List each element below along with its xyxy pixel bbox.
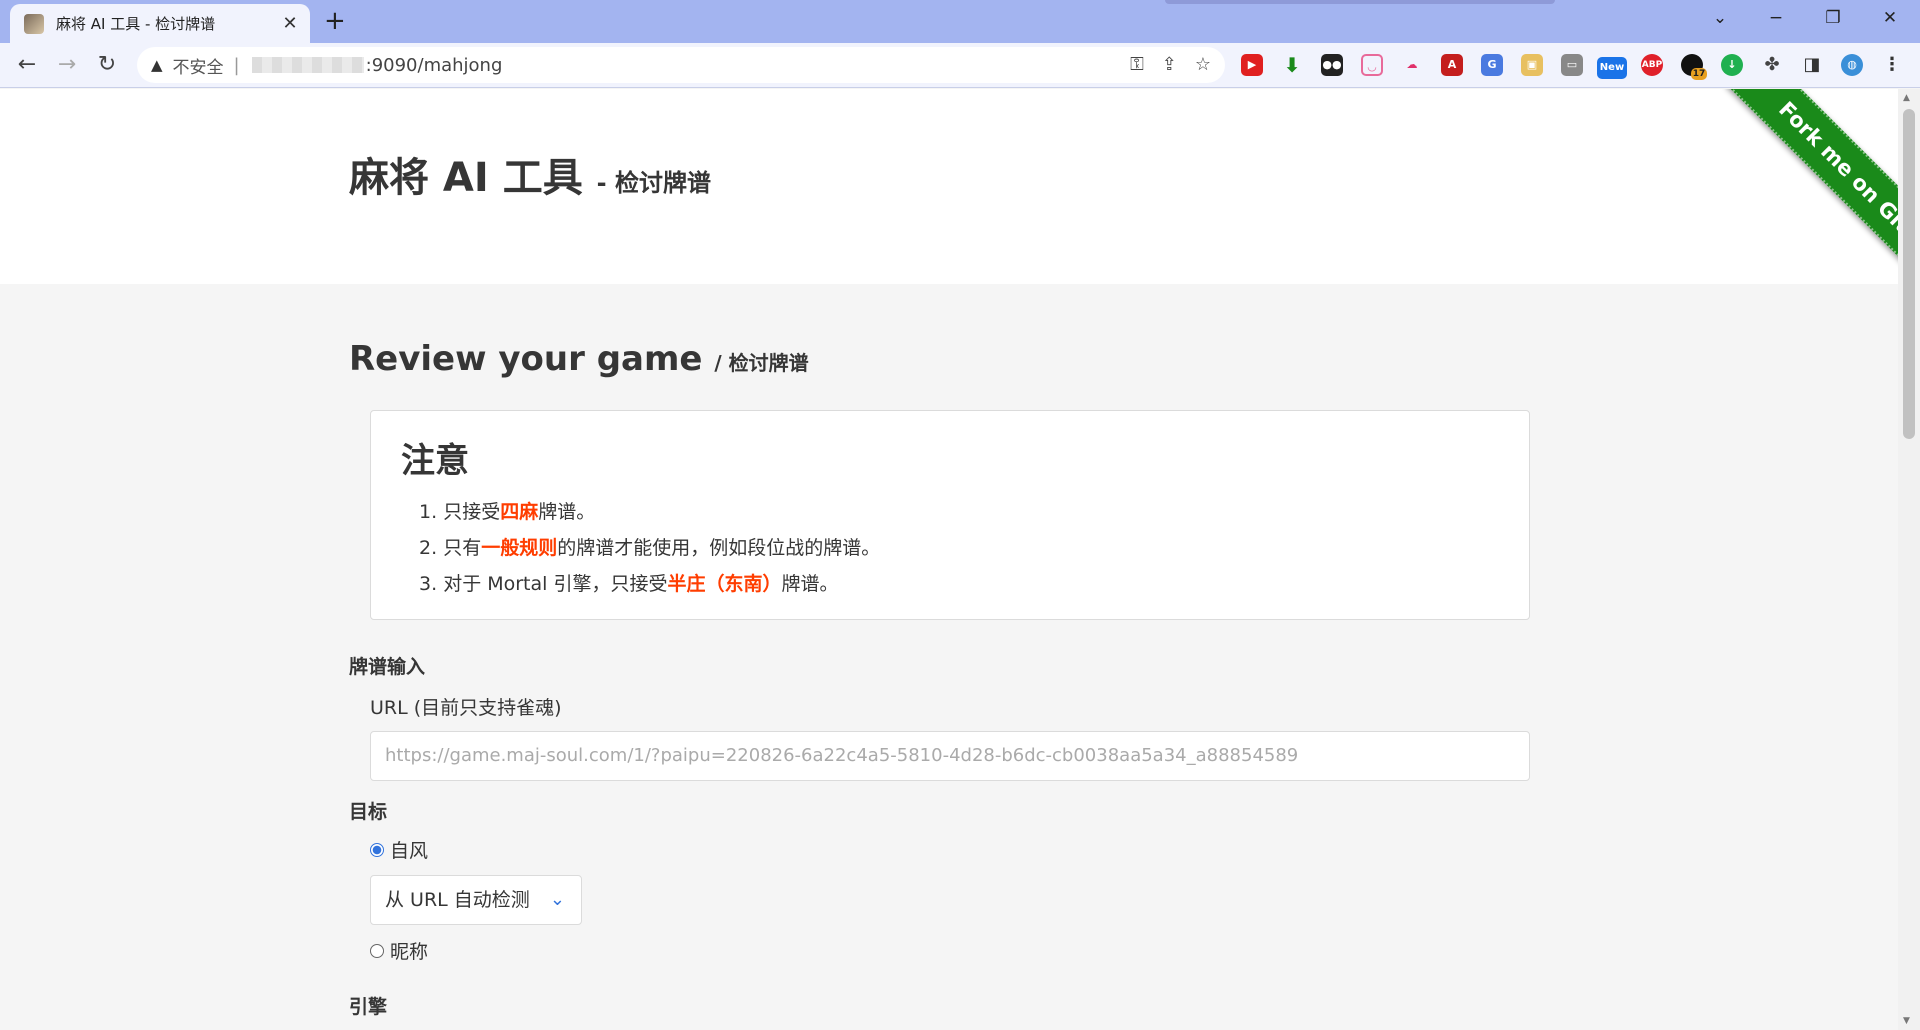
section-title-main: Review your game: [349, 339, 703, 379]
forward-icon[interactable]: →: [54, 52, 80, 78]
site-favicon-icon: [24, 13, 44, 34]
target-label: 目标: [349, 801, 388, 823]
idm-extension-icon[interactable]: ↓: [1721, 54, 1743, 76]
fork-github-ribbon[interactable]: Fork me on GitHub: [1726, 89, 1898, 319]
github-ribbon-container: Fork me on GitHub: [1668, 89, 1898, 339]
bilibili-extension-icon[interactable]: ◡: [1361, 54, 1383, 76]
radio-seat-option[interactable]: 自风: [370, 836, 428, 863]
screen-extension-icon[interactable]: ▭: [1561, 54, 1583, 76]
tab-title: 麻将 AI 工具 - 检讨牌谱: [56, 15, 216, 33]
restore-icon[interactable]: ❐: [1820, 8, 1846, 28]
address-separator: |: [233, 54, 240, 76]
page-scrollbar[interactable]: ▲ ▼: [1898, 89, 1920, 1030]
pdf-extension-icon[interactable]: A: [1441, 54, 1463, 76]
tampermonkey-extension-icon[interactable]: ●●: [1321, 54, 1343, 76]
minimize-icon[interactable]: −: [1763, 8, 1789, 28]
notice-box: 注意 1. 只接受四麻牌谱。 2. 只有一般规则的牌谱才能使用，例如段位战的牌谱…: [370, 410, 1530, 620]
notice-item-number: 3.: [419, 573, 438, 595]
notice-item-text: 牌谱。: [538, 501, 596, 523]
youtube-extension-icon[interactable]: ▶: [1241, 54, 1263, 76]
url-field-label: URL (目前只支持雀魂): [370, 697, 562, 719]
notice-item: 3. 对于 Mortal 引擎，只接受半庄（东南）牌谱。: [419, 566, 1499, 602]
extensions-puzzle-icon[interactable]: ✤: [1761, 54, 1783, 76]
notice-list: 1. 只接受四麻牌谱。 2. 只有一般规则的牌谱才能使用，例如段位战的牌谱。 3…: [401, 494, 1499, 602]
notice-item-text: 的牌谱才能使用，例如段位战的牌谱。: [557, 537, 881, 559]
star-icon[interactable]: ☆: [1195, 54, 1211, 75]
page-viewport: 麻将 AI 工具 - 检讨牌谱 Fork me on GitHub Review…: [0, 89, 1898, 1030]
seat-select-value[interactable]: 从 URL 自动检测: [385, 889, 530, 911]
reload-icon[interactable]: ↻: [94, 52, 120, 78]
notice-highlight: 四麻: [500, 501, 539, 523]
notice-highlight: 一般规则: [481, 537, 558, 559]
tab-search-icon[interactable]: ⌄: [1707, 8, 1733, 28]
scrollbar-thumb[interactable]: [1903, 109, 1915, 439]
menu-kebab-icon[interactable]: ⋮: [1881, 54, 1903, 76]
page-title: 麻将 AI 工具 - 检讨牌谱: [349, 145, 711, 203]
cloud-extension-icon[interactable]: ☁: [1401, 54, 1423, 76]
back-icon[interactable]: ←: [14, 52, 40, 78]
scroll-up-arrow-icon[interactable]: ▲: [1903, 93, 1910, 103]
image-extension-icon[interactable]: ▣: [1521, 54, 1543, 76]
browser-tab[interactable]: 麻将 AI 工具 - 检讨牌谱 ✕: [10, 4, 310, 43]
page-subtitle: - 检讨牌谱: [596, 169, 711, 197]
input-section-label: 牌谱输入: [349, 656, 426, 678]
new-tab-button[interactable]: +: [324, 8, 346, 34]
radio-checked-icon[interactable]: [370, 842, 384, 857]
new-extension-icon[interactable]: New: [1597, 57, 1627, 79]
chevron-down-icon[interactable]: ⌄: [550, 876, 565, 924]
hero-banner: 麻将 AI 工具 - 检讨牌谱: [0, 89, 1898, 284]
window-edge-decoration: [1165, 0, 1555, 4]
engine-label: 引擎: [349, 996, 388, 1018]
section-title: Review your game / 检讨牌谱: [349, 339, 809, 379]
scroll-down-arrow-icon[interactable]: ▼: [1903, 1016, 1910, 1026]
notice-item-number: 1.: [419, 501, 438, 523]
key-icon[interactable]: ⚿: [1130, 54, 1144, 75]
tab-close-icon[interactable]: ✕: [280, 13, 300, 34]
download-extension-icon[interactable]: ⬇: [1281, 54, 1303, 76]
notice-item: 1. 只接受四麻牌谱。: [419, 494, 1499, 530]
notice-item-text: 牌谱。: [781, 573, 839, 595]
url-input[interactable]: https://game.maj-soul.com/1/?paipu=22082…: [370, 731, 1530, 781]
security-label[interactable]: 不安全: [173, 53, 224, 78]
section-subtitle: / 检讨牌谱: [714, 351, 809, 375]
address-bar[interactable]: ▲ 不安全 | :9090/mahjong ⚿ ⇪ ☆: [137, 47, 1225, 83]
radio-seat-label[interactable]: 自风: [390, 836, 428, 863]
notice-item-text: 只接受: [443, 501, 501, 523]
counter-badge: 17: [1691, 68, 1707, 80]
translate-extension-icon[interactable]: G: [1481, 54, 1503, 76]
adblock-extension-icon[interactable]: ABP: [1641, 54, 1663, 76]
redacted-host: [251, 57, 364, 73]
seat-select[interactable]: 从 URL 自动检测 ⌄: [370, 875, 582, 925]
radio-nickname-option[interactable]: 昵称: [370, 937, 428, 964]
warning-icon[interactable]: ▲: [151, 56, 163, 74]
browser-toolbar: ← → ↻ ▲ 不安全 | :9090/mahjong ⚿ ⇪ ☆ ▶ ⬇ ●●…: [0, 43, 1920, 88]
notice-heading: 注意: [401, 441, 469, 481]
sidepanel-icon[interactable]: ◨: [1801, 54, 1823, 76]
window-close-icon[interactable]: ✕: [1877, 8, 1903, 28]
notice-item-text: 只有: [443, 537, 482, 559]
browser-tab-bar: 麻将 AI 工具 - 检讨牌谱 ✕ + ⌄ − ❐ ✕: [0, 0, 1920, 43]
share-icon[interactable]: ⇪: [1162, 54, 1177, 75]
url-text[interactable]: :9090/mahjong: [366, 55, 503, 76]
notice-item: 2. 只有一般规则的牌谱才能使用，例如段位战的牌谱。: [419, 530, 1499, 566]
radio-unchecked-icon[interactable]: [370, 943, 384, 958]
profile-avatar[interactable]: ◍: [1841, 54, 1863, 76]
notice-item-number: 2.: [419, 537, 438, 559]
page-title-main: 麻将 AI 工具: [349, 155, 583, 201]
notice-item-text: 对于 Mortal 引擎，只接受: [443, 573, 668, 595]
notice-highlight: 半庄（东南）: [667, 573, 782, 595]
radio-nickname-label[interactable]: 昵称: [390, 937, 428, 964]
